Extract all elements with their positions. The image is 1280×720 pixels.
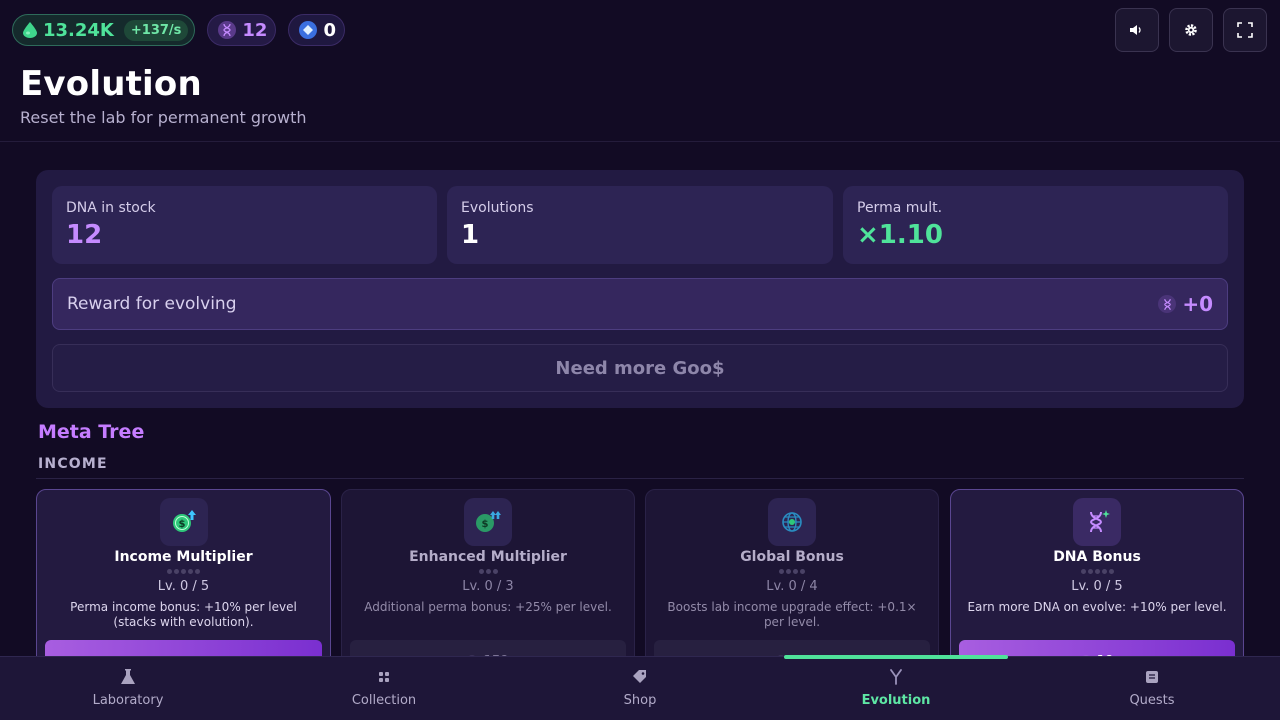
card-description: Additional perma bonus: +25% per level. [364, 600, 612, 614]
dna-icon [1158, 295, 1177, 313]
reward-value: +0 [1158, 292, 1213, 316]
dna-counter: 12 [207, 14, 277, 46]
goo-drop-icon [23, 22, 37, 38]
nav-label: Collection [351, 693, 417, 708]
level-dots [37, 569, 330, 574]
goo-rate-badge: +137/s [123, 19, 189, 41]
top-actions [1115, 8, 1267, 52]
tag-icon [633, 670, 646, 683]
card-level: Lv. 0 / 5 [157, 579, 210, 594]
nav-label: Quests [1129, 693, 1175, 708]
sound-button[interactable] [1115, 8, 1159, 52]
nav-quests[interactable]: Quests [1024, 657, 1280, 720]
stat-value: 1 [461, 220, 480, 250]
nav-label: Shop [623, 693, 657, 708]
reward-amount: +0 [1182, 292, 1213, 316]
nav-collection[interactable]: Collection [256, 657, 512, 720]
nav-label: Laboratory [92, 693, 164, 708]
svg-text:$: $ [482, 519, 489, 530]
globe-icon [768, 498, 816, 546]
card-level: Lv. 0 / 5 [1071, 579, 1123, 594]
meta-tree-title: Meta Tree [38, 421, 145, 443]
dna-amount: 12 [242, 19, 268, 41]
grid-icon [379, 672, 389, 682]
level-dots [951, 569, 1243, 574]
gear-icon [1185, 24, 1197, 36]
header-divider [0, 141, 1280, 142]
stat-label: DNA in stock [66, 200, 156, 216]
reward-label: Reward for evolving [67, 294, 237, 314]
flask-icon [121, 669, 135, 684]
page-title: Evolution [20, 64, 202, 104]
card-description: Perma income bonus: +10% per level (stac… [70, 600, 297, 629]
card-name: DNA Bonus [1053, 549, 1141, 565]
gem-amount: 0 [323, 19, 336, 41]
card-name: Global Bonus [740, 549, 844, 565]
nav-laboratory[interactable]: Laboratory [0, 657, 256, 720]
settings-button[interactable] [1169, 8, 1213, 52]
stat-label: Perma mult. [857, 200, 943, 216]
card-name: Enhanced Multiplier [409, 549, 567, 565]
card-description: Earn more DNA on evolve: +10% per level. [967, 600, 1227, 614]
stat-value: 12 [66, 220, 103, 250]
page-subtitle: Reset the lab for permanent growth [20, 108, 307, 127]
nav-evolution[interactable]: Evolution [768, 657, 1024, 720]
fullscreen-button[interactable] [1223, 8, 1267, 52]
card-level: Lv. 0 / 3 [462, 579, 514, 594]
card-level: Lv. 0 / 4 [766, 579, 818, 594]
level-dots [646, 569, 938, 574]
section-divider [36, 478, 1244, 479]
stat-value: ×1.10 [857, 220, 943, 250]
evolve-reward-row: Reward for evolving +0 [52, 278, 1228, 330]
nav-active-indicator [784, 655, 1008, 659]
section-title-income: INCOME [38, 456, 108, 472]
gem-icon [299, 21, 318, 39]
branch-icon [890, 669, 902, 685]
dna-icon [218, 21, 237, 39]
level-dots [342, 569, 634, 574]
scroll-icon [1146, 671, 1158, 683]
goo-amount: 13.24K [43, 19, 114, 41]
stat-label: Evolutions [461, 200, 534, 216]
card-description: Boosts lab income upgrade effect: +0.1× … [667, 600, 917, 629]
evolution-panel: DNA in stock 12 Evolutions 1 Perma mult.… [36, 170, 1244, 408]
gem-counter: 0 [288, 14, 345, 46]
svg-text:$: $ [178, 519, 185, 530]
bottom-nav: Laboratory Collection Shop Evolution Que… [0, 656, 1280, 720]
fullscreen-icon [1237, 22, 1253, 38]
coin-double-up-icon: $ [464, 498, 512, 546]
goo-counter: 13.24K +137/s [12, 14, 196, 46]
stat-evolutions: Evolutions 1 [447, 186, 833, 264]
stat-perma-mult: Perma mult. ×1.10 [843, 186, 1228, 264]
dna-sparkle-icon [1073, 498, 1121, 546]
evolve-button[interactable]: Need more Goo$ [52, 344, 1228, 392]
nav-label: Evolution [861, 693, 931, 708]
card-name: Income Multiplier [114, 549, 253, 565]
speaker-icon [1130, 25, 1141, 35]
coin-up-icon: $ [159, 498, 208, 546]
nav-shop[interactable]: Shop [512, 657, 768, 720]
stat-dna-stock: DNA in stock 12 [52, 186, 437, 264]
resource-bar: 13.24K +137/s 12 0 [12, 14, 345, 46]
